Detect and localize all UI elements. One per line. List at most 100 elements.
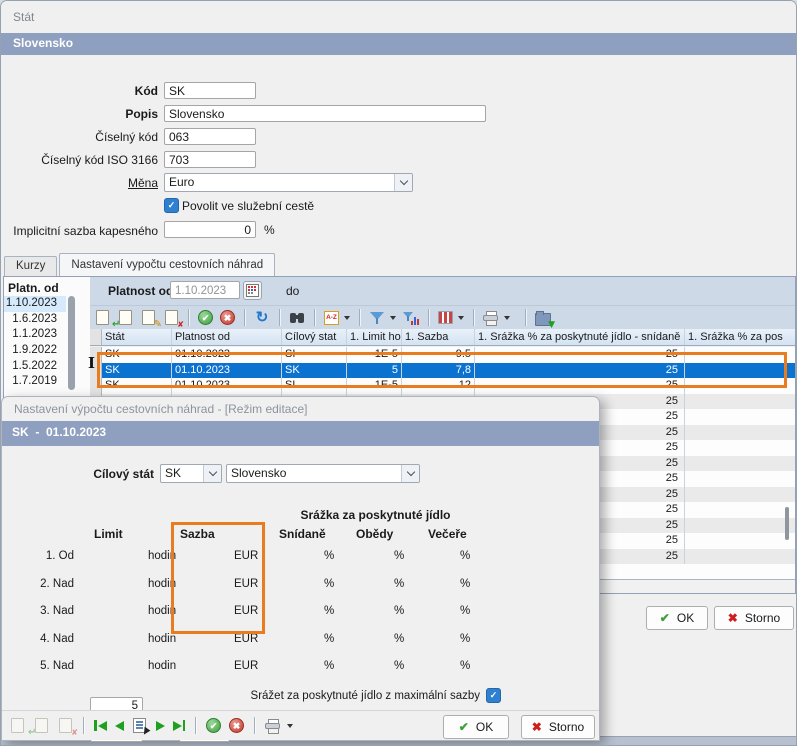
povolit-checkbox[interactable]: ✓ <box>164 198 179 213</box>
cilovy-stat-code-combo[interactable]: SK <box>160 464 222 483</box>
dialog-storno-button[interactable]: ✖ Storno <box>521 715 595 739</box>
print-dropdown-arrow[interactable] <box>504 316 510 320</box>
chevron-down-icon[interactable] <box>401 465 419 482</box>
confirm-button[interactable]: ✔ <box>206 718 221 733</box>
calendar-button[interactable] <box>243 281 262 300</box>
grid-toolbar: ↵ ✎ ✘ ✔ ✖ ↻ A-Z <box>90 305 795 329</box>
col-platnost-od[interactable]: Platnost od <box>172 329 282 345</box>
validity-date-item[interactable]: 1.7.2019 <box>4 374 66 390</box>
grid-header-row: Stát Platnost od Cílový stat 1. Limit ho… <box>90 329 795 346</box>
limit-row: 1. Od 5 hodin 7,8 EUR 25 % 40 % 35 % <box>2 547 599 566</box>
col-cilovy-stat[interactable]: Cílový stat <box>282 329 347 345</box>
text-cursor: I <box>88 356 95 371</box>
col-limit-hodin[interactable]: 1. Limit hodin <box>347 329 402 345</box>
record-header-title: Slovensko <box>13 36 73 50</box>
chevron-down-icon[interactable] <box>394 174 412 191</box>
dialog-ok-button[interactable]: ✔ OK <box>443 715 509 739</box>
sort-az-button[interactable]: A-Z <box>324 311 339 325</box>
cancel-button[interactable]: ✖ <box>229 718 244 733</box>
vecere-col-label: Večeře <box>428 527 467 541</box>
print-dropdown-arrow[interactable] <box>287 724 293 728</box>
first-record-button[interactable] <box>94 720 107 731</box>
validity-date-item[interactable]: 1.6.2023 <box>4 312 66 328</box>
edit-record-button[interactable]: ✎ <box>140 310 156 326</box>
prev-record-button[interactable] <box>115 721 124 731</box>
validity-date-item[interactable]: 1.10.2023 <box>4 296 66 312</box>
confirm-button[interactable]: ✔ <box>198 310 213 325</box>
percent-label: % <box>460 575 470 594</box>
record-list-button[interactable] <box>132 718 148 734</box>
new-record-button[interactable] <box>94 310 110 326</box>
platnost-od-input[interactable]: 1.10.2023 <box>170 281 240 299</box>
printer-icon <box>483 311 499 325</box>
popis-input[interactable]: Slovensko <box>164 105 486 122</box>
print-button[interactable] <box>483 310 499 326</box>
copy-record-button[interactable]: ↵ <box>33 718 49 734</box>
calendar-icon <box>246 284 259 297</box>
print-button[interactable] <box>265 718 281 734</box>
percent-label: % <box>324 657 334 676</box>
new-record-button[interactable] <box>9 718 25 734</box>
srazet-checkbox[interactable]: ✓ <box>486 688 501 703</box>
list-scrollbar[interactable] <box>68 296 75 390</box>
kod-input[interactable]: SK <box>164 82 256 99</box>
tab-nastaveni-nahrad[interactable]: Nastavení vypočtu cestovních náhrad <box>59 253 275 276</box>
export-button[interactable]: ▼ <box>535 310 551 326</box>
copy-arrow-icon: ↵ <box>112 319 120 330</box>
obedy-col-label: Obědy <box>356 527 393 541</box>
limit-row: 5. Nad 0 hodin 0 EUR % % % <box>2 657 599 676</box>
refresh-button[interactable]: ↻ <box>254 310 270 326</box>
validity-date-item[interactable]: 1.1.2023 <box>4 327 66 343</box>
col-stat[interactable]: Stát <box>102 329 172 345</box>
storno-button[interactable]: ✖ Storno <box>714 606 794 630</box>
limit-row: 4. Nad 0 hodin 0 EUR % % % <box>2 630 599 649</box>
columns-dropdown-arrow[interactable] <box>458 316 464 320</box>
col-srazka-snidane[interactable]: 1. Srážka % za poskytnuté jídlo - snídan… <box>475 329 685 345</box>
ok-button[interactable]: ✔ OK <box>646 606 708 630</box>
percent-label: % <box>460 547 470 566</box>
stat-window: Stát Slovensko Kód SK Popis Slovensko Čí… <box>0 0 797 746</box>
povolit-label: Povolit ve služební cestě <box>182 199 314 214</box>
iso-kod-input[interactable]: 703 <box>164 151 256 168</box>
popis-label: Popis <box>8 106 158 123</box>
grid-gutter-header <box>90 329 102 345</box>
percent-label: % <box>324 602 334 621</box>
validity-list-header: Platn. od <box>8 281 59 295</box>
sort-dropdown-arrow[interactable] <box>344 316 350 320</box>
srazet-checkbox-label: Srážet za poskytnuté jídlo z maximální s… <box>202 690 480 702</box>
tab-kurzy[interactable]: Kurzy <box>4 256 57 276</box>
hodin-label: hodin <box>148 657 176 676</box>
filter-button[interactable] <box>369 310 385 326</box>
filter-stats-button[interactable] <box>403 310 419 326</box>
percent-label: % <box>394 547 404 566</box>
record-header-bar: Slovensko <box>1 33 796 55</box>
chevron-down-icon[interactable] <box>203 465 221 482</box>
col-srazka-next[interactable]: 1. Srážka % za pos <box>685 329 795 345</box>
search-button[interactable] <box>289 310 305 326</box>
columns-button[interactable] <box>438 311 453 324</box>
filter-dropdown-arrow[interactable] <box>390 316 396 320</box>
binoculars-icon <box>290 313 296 323</box>
tab-bar: Kurzy Nastavení vypočtu cestovních náhra… <box>4 254 277 276</box>
percent-label: % <box>324 630 334 649</box>
validity-date-item[interactable]: 1.5.2022 <box>4 359 66 375</box>
next-record-button[interactable] <box>156 721 165 731</box>
delete-record-button[interactable]: ✘ <box>57 718 73 734</box>
ciselny-kod-label: Číselný kód <box>8 129 158 146</box>
copy-record-button[interactable]: ↵ <box>117 310 133 326</box>
delete-record-button[interactable]: ✘ <box>163 310 179 326</box>
grid-scrollbar[interactable] <box>785 507 789 540</box>
export-arrow-icon: ▼ <box>548 320 555 330</box>
arrow-right-icon <box>173 721 182 731</box>
cilovy-stat-name-combo[interactable]: Slovensko <box>226 464 420 483</box>
kapesne-input[interactable]: 0 <box>164 221 256 238</box>
mena-combo[interactable]: Euro <box>164 173 413 192</box>
cilovy-stat-label: Cílový stát <box>2 467 154 481</box>
cancel-button[interactable]: ✖ <box>220 310 235 325</box>
list-cursor-icon <box>133 718 146 733</box>
last-record-button[interactable] <box>173 720 186 731</box>
check-icon: ✔ <box>459 720 469 734</box>
validity-date-item[interactable]: 1.9.2022 <box>4 343 66 359</box>
col-sazba[interactable]: 1. Sazba <box>402 329 475 345</box>
ciselny-kod-input[interactable]: 063 <box>164 128 256 145</box>
